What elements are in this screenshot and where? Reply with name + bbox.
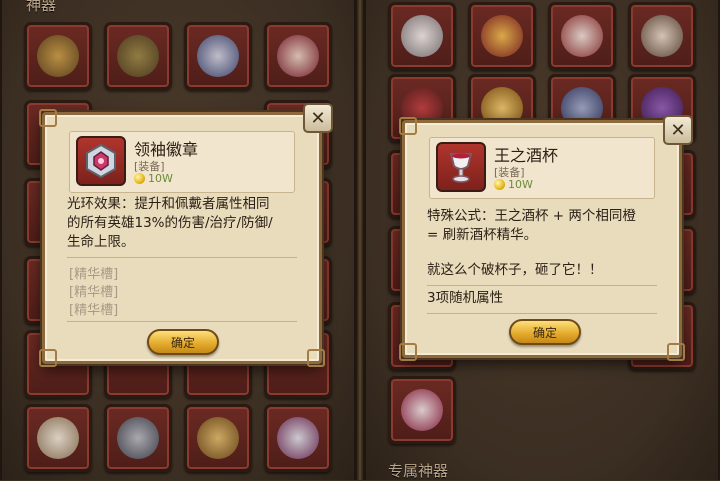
item-header: 领袖徽章 [装备] 10W — [69, 131, 295, 193]
section-title-artifacts: 神器 — [26, 0, 57, 14]
essence-socket: [精华槽] — [69, 285, 119, 300]
close-button[interactable]: ✕ — [663, 115, 693, 145]
item-description: 光环效果：提升和佩戴者属性相同 的所有英雄13%的伤害/治疗/防御/ 生命上限。 — [67, 195, 301, 252]
flavor-text: 就这么个破杯子，砸了它！！ — [427, 262, 603, 278]
description-line: = 刷新酒杯精华。 — [427, 227, 538, 243]
divider — [427, 285, 657, 286]
description-line: 的所有英雄13%的伤害/治疗/防御/ — [67, 215, 273, 231]
badge-icon — [277, 417, 319, 459]
leader-badge-icon — [76, 136, 126, 186]
golden-helmet-icon — [481, 15, 523, 57]
price-value: 10W — [508, 178, 533, 191]
gold-coin-icon — [494, 179, 505, 190]
section-title-exclusive-artifacts: 专属神器 — [388, 462, 449, 480]
confirm-button[interactable]: 确定 — [147, 329, 219, 355]
description-line: 光环效果：提升和佩戴者属性相同 — [67, 196, 270, 212]
item-header: 王之酒杯 [装备] 10W — [429, 137, 655, 199]
item-description: 特殊公式：王之酒杯 + 两个相同橙 = 刷新酒杯精华。 — [427, 207, 661, 245]
artifact-slot-wings[interactable] — [184, 22, 252, 90]
artifact-panel-left: 神器 领袖徽章 [装备] 10W 光环效果：提升和佩戴者属性相同 的所有英雄13… — [0, 0, 356, 480]
artifact-slot-axe[interactable] — [24, 22, 92, 90]
artifact-slot-armor[interactable] — [548, 2, 616, 70]
item-name: 王之酒杯 — [494, 146, 559, 165]
kings-goblet-icon — [436, 142, 486, 192]
corner-ornament — [307, 349, 325, 367]
corner-ornament — [667, 343, 685, 361]
corner-ornament — [399, 117, 417, 135]
item-price: 10W — [494, 178, 533, 191]
armor-icon — [561, 15, 603, 57]
artifact-slot-helmet[interactable] — [468, 2, 536, 70]
divider — [67, 321, 297, 322]
horn-icon — [37, 417, 79, 459]
cloak-icon — [641, 15, 683, 57]
essence-socket: [精华槽] — [69, 303, 119, 318]
artifact-panel-right: 专属神器 王之酒杯 [装备] 10W 特殊公式：王之酒杯 + 两个相同橙 = 刷… — [364, 0, 720, 480]
attribute-text: 3项随机属性 — [427, 290, 504, 306]
description-line: 生命上限。 — [67, 234, 135, 250]
artifact-slot-horn[interactable] — [24, 404, 92, 472]
artifact-slot-badge[interactable] — [264, 404, 332, 472]
spellbook-icon — [117, 417, 159, 459]
artifact-slot-flask[interactable] — [388, 2, 456, 70]
close-icon: ✕ — [670, 119, 686, 141]
essence-socket: [精华槽] — [69, 267, 119, 282]
confirm-button[interactable]: 确定 — [509, 319, 581, 345]
corner-ornament — [399, 343, 417, 361]
close-icon: ✕ — [310, 107, 326, 129]
corner-ornament — [39, 109, 57, 127]
gold-coin-icon — [134, 173, 145, 184]
item-tooltip-leader-badge: 领袖徽章 [装备] 10W 光环效果：提升和佩戴者属性相同 的所有英雄13%的伤… — [39, 103, 333, 367]
artifact-slot-backpack[interactable] — [104, 22, 172, 90]
price-value: 10W — [148, 172, 173, 185]
close-button[interactable]: ✕ — [303, 103, 333, 133]
artifact-slot-shield[interactable] — [264, 22, 332, 90]
goblet-icon — [401, 389, 443, 431]
artifact-slot-tome[interactable] — [104, 404, 172, 472]
corner-ornament — [39, 349, 57, 367]
divider — [67, 257, 297, 258]
axe-icon — [37, 35, 79, 77]
artifact-slot-emblem[interactable] — [184, 404, 252, 472]
flask-icon — [401, 15, 443, 57]
item-name: 领袖徽章 — [134, 140, 199, 159]
backpack-icon — [117, 35, 159, 77]
shield-icon — [277, 35, 319, 77]
artifact-slot-cloak[interactable] — [628, 2, 696, 70]
artifact-slot-goblet[interactable] — [388, 376, 456, 444]
laurel-emblem-icon — [197, 417, 239, 459]
winged-helm-icon — [197, 35, 239, 77]
item-tooltip-kings-goblet: 王之酒杯 [装备] 10W 特殊公式：王之酒杯 + 两个相同橙 = 刷新酒杯精华… — [399, 115, 693, 361]
description-line: 特殊公式：王之酒杯 + 两个相同橙 — [427, 208, 636, 224]
panel-divider — [356, 0, 364, 480]
divider — [427, 313, 657, 314]
item-price: 10W — [134, 172, 173, 185]
